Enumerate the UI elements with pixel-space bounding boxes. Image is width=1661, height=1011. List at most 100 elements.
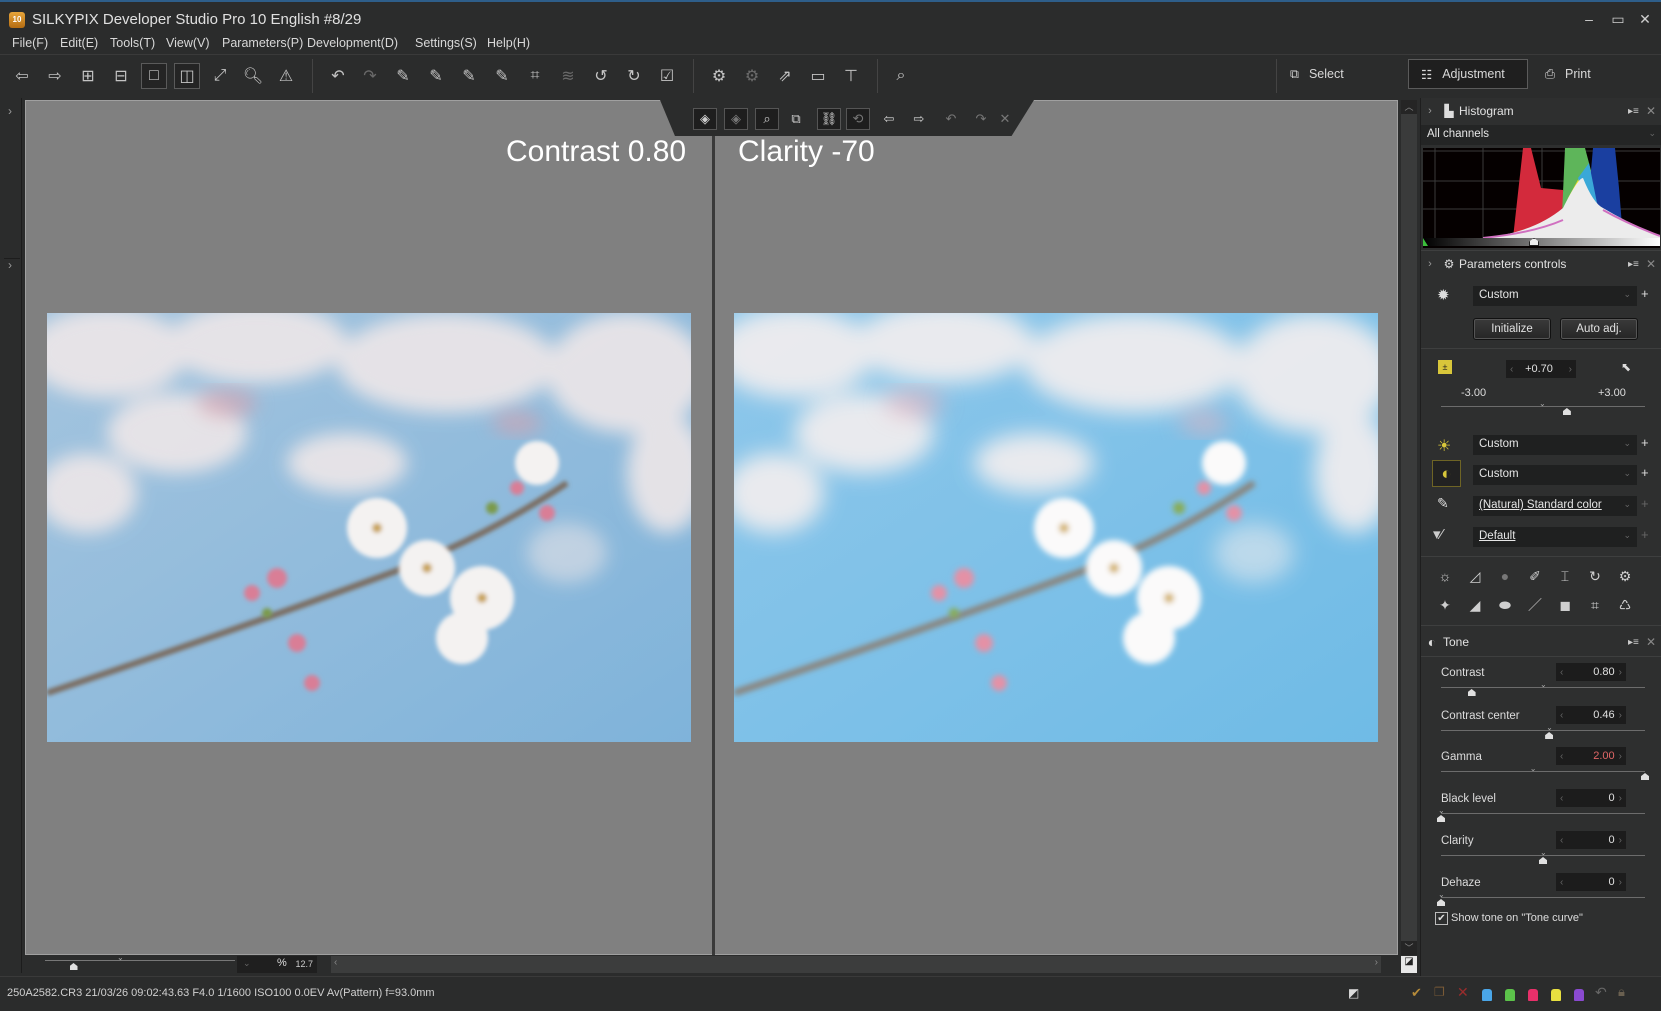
hammer-icon[interactable]: ⊤ xyxy=(838,63,864,89)
paste-contrast-icon[interactable]: ✎ xyxy=(456,63,482,89)
histogram-header[interactable]: › ▙ Histogram ▸≡ ✕ xyxy=(1421,98,1661,124)
warning-icon[interactable]: ⚠ xyxy=(273,63,299,89)
tone-slider-spinner[interactable]: ‹ 2.00 › xyxy=(1556,747,1626,765)
panel-menu-icon[interactable]: ▸≡ xyxy=(1628,637,1646,648)
tone-slider-thumb[interactable] xyxy=(1641,773,1649,780)
menu-file[interactable]: File(F) xyxy=(12,36,48,50)
tone-slider-track[interactable] xyxy=(1441,897,1645,898)
tone-slider-thumb[interactable] xyxy=(1539,857,1547,864)
fisheye-tool-icon[interactable]: ⬬ xyxy=(1494,594,1516,616)
menu-view[interactable]: View(V) xyxy=(166,36,210,50)
menu-tools[interactable]: Tools(T) xyxy=(110,36,155,50)
redo-icon[interactable]: ↷ xyxy=(969,108,993,130)
exposure-slider-thumb[interactable] xyxy=(1562,408,1571,415)
advanced-settings-icon[interactable]: ⚙ xyxy=(1614,565,1636,587)
increment-icon[interactable]: › xyxy=(1619,877,1622,888)
panel-close-icon[interactable]: ✕ xyxy=(1646,635,1661,649)
transform-icon[interactable]: ⌗ xyxy=(522,63,548,89)
tone-curve-tool-icon[interactable]: ◿ xyxy=(1464,565,1486,587)
swap-compare-icon[interactable]: ◈ xyxy=(693,108,717,130)
panel-close-icon[interactable]: ✕ xyxy=(1646,104,1661,118)
sharpness-preset-select[interactable]: Default ⌄ xyxy=(1473,527,1637,547)
minimize-button[interactable]: – xyxy=(1576,8,1602,30)
photo-after[interactable] xyxy=(734,313,1378,742)
adjustment-mode-button[interactable]: ☷ Adjustment xyxy=(1408,59,1528,89)
panel-menu-icon[interactable]: ▸≡ xyxy=(1628,106,1646,117)
undo-icon[interactable]: ↶ xyxy=(325,63,351,89)
exif-icon[interactable]: ◩ xyxy=(1348,986,1359,1000)
reject-icon[interactable]: ✕ xyxy=(1457,984,1469,1001)
increment-icon[interactable]: › xyxy=(1619,751,1622,762)
layers-icon[interactable]: ≋ xyxy=(555,63,581,89)
thumbnail-filmstrip-icon[interactable]: ⊟ xyxy=(108,63,134,89)
menu-development[interactable]: Development(D) xyxy=(307,36,398,50)
scroll-down-icon[interactable]: ﹀ xyxy=(1401,941,1417,955)
color-preset-select[interactable]: (Natural) Standard color ⌄ xyxy=(1473,496,1637,516)
white-balance-select[interactable]: Custom ⌄ xyxy=(1473,435,1637,455)
menu-parameters[interactable]: Parameters(P) xyxy=(222,36,303,50)
slideshow-icon[interactable]: ▭ xyxy=(805,63,831,89)
add-tone-icon[interactable]: + xyxy=(1641,465,1649,480)
scroll-up-icon[interactable]: ︿ xyxy=(1401,100,1417,114)
show-tone-checkbox[interactable]: ✔ xyxy=(1435,912,1448,925)
noise-tool-icon[interactable]: ✦ xyxy=(1434,594,1456,616)
add-color-icon[interactable]: + xyxy=(1641,496,1649,511)
apply-parameter-icon[interactable]: ⚙ xyxy=(739,63,765,89)
initialize-button[interactable]: Initialize xyxy=(1473,318,1551,340)
tone-slider-spinner[interactable]: ‹ 0 › xyxy=(1556,831,1626,849)
overlay-icon[interactable]: ⧉ xyxy=(784,108,808,130)
add-preset-icon[interactable]: + xyxy=(1641,286,1649,301)
export-icon[interactable]: ⇗ xyxy=(772,63,798,89)
tone-slider-thumb[interactable] xyxy=(1545,732,1554,739)
color-tag-yellow[interactable] xyxy=(1551,989,1561,1001)
tone-header[interactable]: ◐ Tone ▸≡ ✕ xyxy=(1421,629,1661,655)
histogram-channel-select[interactable]: All channels ⌄ xyxy=(1421,125,1661,145)
sync-link-icon[interactable]: ⛓ xyxy=(817,108,841,130)
scroll-right-icon[interactable]: › xyxy=(1375,957,1378,968)
rotation-tool-icon[interactable]: ↻ xyxy=(1584,565,1606,587)
expand-icon[interactable]: › xyxy=(1421,258,1439,270)
next-icon[interactable]: ⇨ xyxy=(907,108,931,130)
split-compare-icon[interactable]: ◈ xyxy=(724,108,748,130)
thumbnail-grid-icon[interactable]: ⊞ xyxy=(75,63,101,89)
exposure-spinner[interactable]: ‹ +0.70 › xyxy=(1506,360,1576,378)
close-compare-icon[interactable]: ✕ xyxy=(993,108,1017,130)
tone-icon[interactable]: ◐ xyxy=(1432,460,1461,487)
increment-icon[interactable]: › xyxy=(1619,667,1622,678)
exposure-bias-tool-icon[interactable]: ☼ xyxy=(1434,565,1456,587)
sync-rotate-icon[interactable]: ⟲ xyxy=(846,108,870,130)
color-tag-purple[interactable] xyxy=(1574,989,1584,1001)
tone-slider-spinner[interactable]: ‹ 0.46 › xyxy=(1556,706,1626,724)
zoom-dropdown-icon[interactable]: ⌄ xyxy=(243,958,251,969)
zoom-slider-thumb[interactable] xyxy=(69,963,78,970)
menu-help[interactable]: Help(H) xyxy=(487,36,530,50)
tone-slider-thumb[interactable] xyxy=(1437,899,1445,906)
zoom-loupe-icon[interactable]: ⌕ xyxy=(755,108,779,130)
increment-icon[interactable]: › xyxy=(1619,710,1622,721)
horizontal-scrollbar[interactable]: ‹ › xyxy=(331,956,1381,973)
menu-settings[interactable]: Settings(S) xyxy=(415,36,477,50)
color-ball-tool-icon[interactable]: ● xyxy=(1494,565,1516,587)
brush-tool-icon[interactable]: ／ xyxy=(1524,594,1546,616)
paste-tone-icon[interactable]: ✎ xyxy=(423,63,449,89)
check-mark-icon[interactable]: ☑ xyxy=(654,63,680,89)
undo-icon[interactable]: ↶ xyxy=(939,108,963,130)
tone-slider-track[interactable] xyxy=(1441,771,1645,772)
color-tag-green[interactable] xyxy=(1505,989,1515,1001)
panel-menu-icon[interactable]: ▸≡ xyxy=(1628,259,1646,270)
copy-icon[interactable]: ❐ xyxy=(1434,985,1445,999)
tone-slider-spinner[interactable]: ‹ 0 › xyxy=(1556,873,1626,891)
navigator-icon[interactable]: ◪ xyxy=(1401,956,1417,973)
compare-view-icon[interactable]: ◫ xyxy=(174,63,200,89)
lens-tool-icon[interactable]: ⌶ xyxy=(1554,565,1576,587)
tone-slider-spinner[interactable]: ‹ 0.80 › xyxy=(1556,663,1626,681)
parameters-header[interactable]: › ⚙ Parameters controls ▸≡ ✕ xyxy=(1421,251,1661,277)
photo-before[interactable] xyxy=(47,313,691,742)
redo-icon[interactable]: ↷ xyxy=(357,63,383,89)
select-mode-button[interactable]: ⧉ Select xyxy=(1278,59,1356,89)
vertical-scrollbar[interactable]: ︿ ﹀ xyxy=(1401,100,1417,955)
zoom-slider[interactable] xyxy=(45,960,235,961)
fullscreen-icon[interactable]: ⤢ xyxy=(207,63,233,89)
auto-adj-button[interactable]: Auto adj. xyxy=(1560,318,1638,340)
maximize-button[interactable]: ▭ xyxy=(1605,8,1631,30)
